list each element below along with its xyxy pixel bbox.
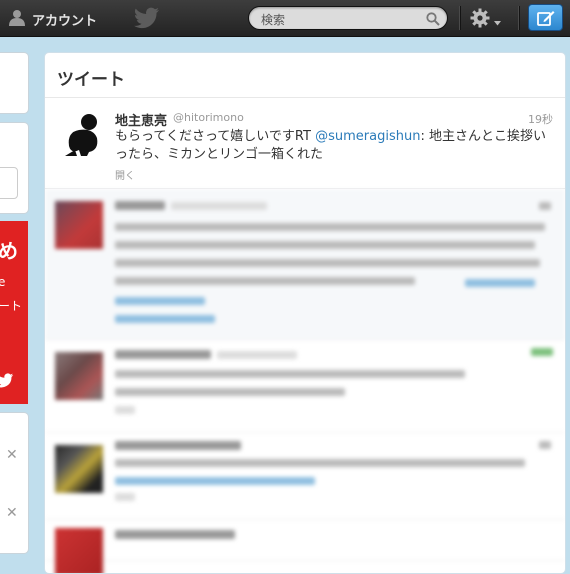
blurred-meta	[115, 406, 135, 414]
tweet[interactable]: 地主恵亮 @hitorimono 19秒 もらってくださって嬉しいですRT @s…	[45, 98, 565, 189]
expand-link[interactable]: 開く	[115, 167, 135, 182]
blurred-time	[539, 202, 551, 210]
tweet-text-part: もらってくださって嬉しいですRT	[115, 129, 316, 144]
page-title: ツイート	[57, 70, 125, 90]
blurred-text	[115, 277, 415, 285]
twitter-bird-icon[interactable]	[134, 7, 160, 33]
blurred-link	[115, 315, 215, 323]
blurred-name	[115, 350, 211, 359]
avatar[interactable]	[55, 352, 103, 400]
compose-tweet-button[interactable]	[528, 4, 563, 31]
tweet-author-handle[interactable]: @hitorimono	[173, 111, 244, 124]
twitter-bird-icon	[0, 373, 14, 392]
blurred-name	[115, 441, 241, 450]
chevron-down-icon	[494, 11, 501, 30]
blurred-handle	[171, 202, 267, 210]
tweet-detail-panel: ツイート 地主恵亮 @hitorimono 19秒 もらってくださって嬉しいです…	[44, 52, 566, 574]
blurred-link	[465, 279, 535, 287]
profile-card	[0, 52, 29, 114]
panel-header: ツイート	[45, 53, 565, 98]
avatar[interactable]	[55, 445, 103, 493]
account-label: アカウント	[32, 13, 98, 29]
blurred-time	[539, 441, 551, 449]
list-item[interactable]	[45, 189, 565, 340]
account-menu[interactable]: アカウント	[8, 8, 97, 30]
list-item[interactable]	[45, 340, 565, 433]
promo-text: e	[0, 275, 6, 289]
settings-menu[interactable]	[470, 8, 501, 32]
divider	[518, 6, 520, 30]
blurred-meta	[115, 493, 135, 501]
top-bar: アカウント 検索	[0, 0, 570, 37]
who-to-follow-card: ✕ ✕	[0, 412, 29, 554]
person-icon	[8, 8, 26, 30]
blurred-text	[115, 370, 465, 378]
promo-text: め	[0, 239, 18, 263]
mention-link[interactable]: @sumeragishun	[315, 129, 420, 144]
avatar[interactable]	[55, 528, 103, 573]
close-icon[interactable]: ✕	[6, 505, 18, 521]
blurred-text	[115, 259, 540, 267]
blurred-text	[115, 388, 345, 396]
list-item[interactable]	[45, 520, 565, 573]
list-item[interactable]	[45, 433, 565, 520]
tweet-author-name[interactable]: 地主恵亮	[115, 110, 167, 129]
search-input[interactable]: 検索	[261, 11, 285, 28]
blurred-text	[115, 459, 525, 467]
divider	[459, 6, 461, 30]
tweet-input[interactable]	[0, 167, 18, 199]
blurred-handle	[217, 351, 297, 359]
promo-banner[interactable]: め e ート	[0, 221, 28, 404]
tweet-text: もらってくださって嬉しいですRT @sumeragishun: 地主さんとこ挨拶…	[115, 128, 555, 164]
blurred-name	[115, 530, 235, 539]
promo-text: ート	[0, 299, 23, 313]
search-box[interactable]: 検索	[248, 6, 448, 30]
compose-icon	[537, 9, 555, 31]
avatar[interactable]	[55, 201, 103, 249]
blurred-badge	[531, 348, 553, 356]
tweet-timestamp[interactable]: 19秒	[528, 111, 553, 127]
tweet-box-card	[0, 122, 29, 214]
search-icon[interactable]	[426, 11, 440, 30]
blurred-text	[115, 241, 535, 249]
blurred-text	[115, 223, 545, 231]
blurred-link	[115, 297, 205, 305]
close-icon[interactable]: ✕	[6, 447, 18, 463]
gear-icon	[470, 8, 490, 32]
blurred-name	[115, 201, 165, 210]
blurred-link	[115, 477, 315, 485]
avatar[interactable]	[59, 110, 107, 158]
